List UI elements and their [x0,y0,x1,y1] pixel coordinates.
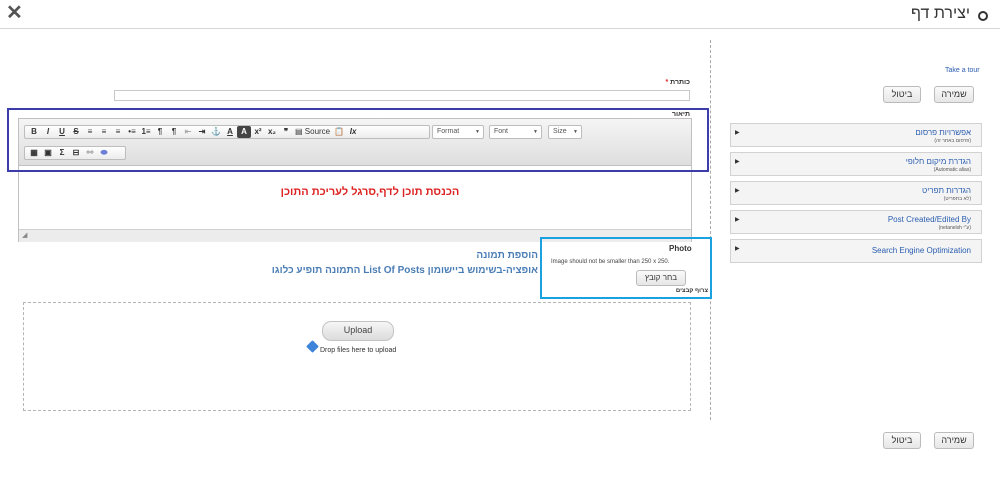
expand-arrow-icon: ▶ [735,217,740,223]
file-drop-zone[interactable] [23,302,691,411]
editor-highlight-box [7,108,709,172]
panel-seo[interactable]: ▶ Search Engine Optimization [730,239,982,263]
resize-handle-icon[interactable]: ◢ [22,231,27,239]
save-button-top[interactable]: שמירה [934,86,974,103]
cancel-button-top[interactable]: ביטול [883,86,921,103]
panel-menu-settings[interactable]: ▶ הגדרות תפריט (לא בתפריט) [730,181,982,205]
panel-subtitle: (פרסום באתר זה) [934,138,971,144]
panel-title: אפשרויות פרסום [915,128,971,137]
panel-title: Search Engine Optimization [871,246,971,255]
title-label: כותרת * [665,79,690,86]
column-divider [710,40,711,420]
expand-arrow-icon: ▶ [735,246,740,252]
page-title: יצירת דף [911,5,970,22]
take-a-tour-link[interactable]: Take a tour [945,67,980,74]
upload-button[interactable]: Upload [322,321,394,341]
required-mark: * [665,79,669,86]
panel-title: הגדרות תפריט [922,186,971,195]
panel-post-created-by[interactable]: ▶ Post Created/Edited By (ע"י netanelsh) [730,210,982,234]
title-input[interactable] [114,90,690,101]
drop-files-hint: Drop files here to upload [320,347,397,354]
title-label-text: כותרת [670,79,690,86]
panel-url-alias[interactable]: ▶ הגדרת מיקום חלופי (Automatic alias) [730,152,982,176]
panel-subtitle: (לא בתפריט) [943,196,971,202]
panel-subtitle: (ע"י netanelsh) [938,225,971,231]
photo-annotation-title: הוספת תמונה [476,250,538,261]
panel-publishing-options[interactable]: ▶ אפשרויות פרסום (פרסום באתר זה) [730,123,982,147]
circle-icon [978,11,988,21]
expand-arrow-icon: ▶ [735,159,740,165]
panel-title: Post Created/Edited By [887,215,971,224]
editor-annotation: הכנסת תוכן לדף,סרגל לעריכת התוכן [280,186,460,198]
cancel-button-bottom[interactable]: ביטול [883,432,921,449]
close-icon[interactable]: ✕ [6,2,23,24]
save-button-bottom[interactable]: שמירה [934,432,974,449]
panel-title: הגדרת מיקום חלופי [905,157,971,166]
photo-highlight-box [540,237,712,299]
photo-annotation-detail: אופציה-בשימוש ביישומון List Of Posts התמ… [271,265,538,276]
panel-subtitle: (Automatic alias) [933,167,971,173]
expand-arrow-icon: ▶ [735,130,740,136]
top-bar [0,0,1000,29]
